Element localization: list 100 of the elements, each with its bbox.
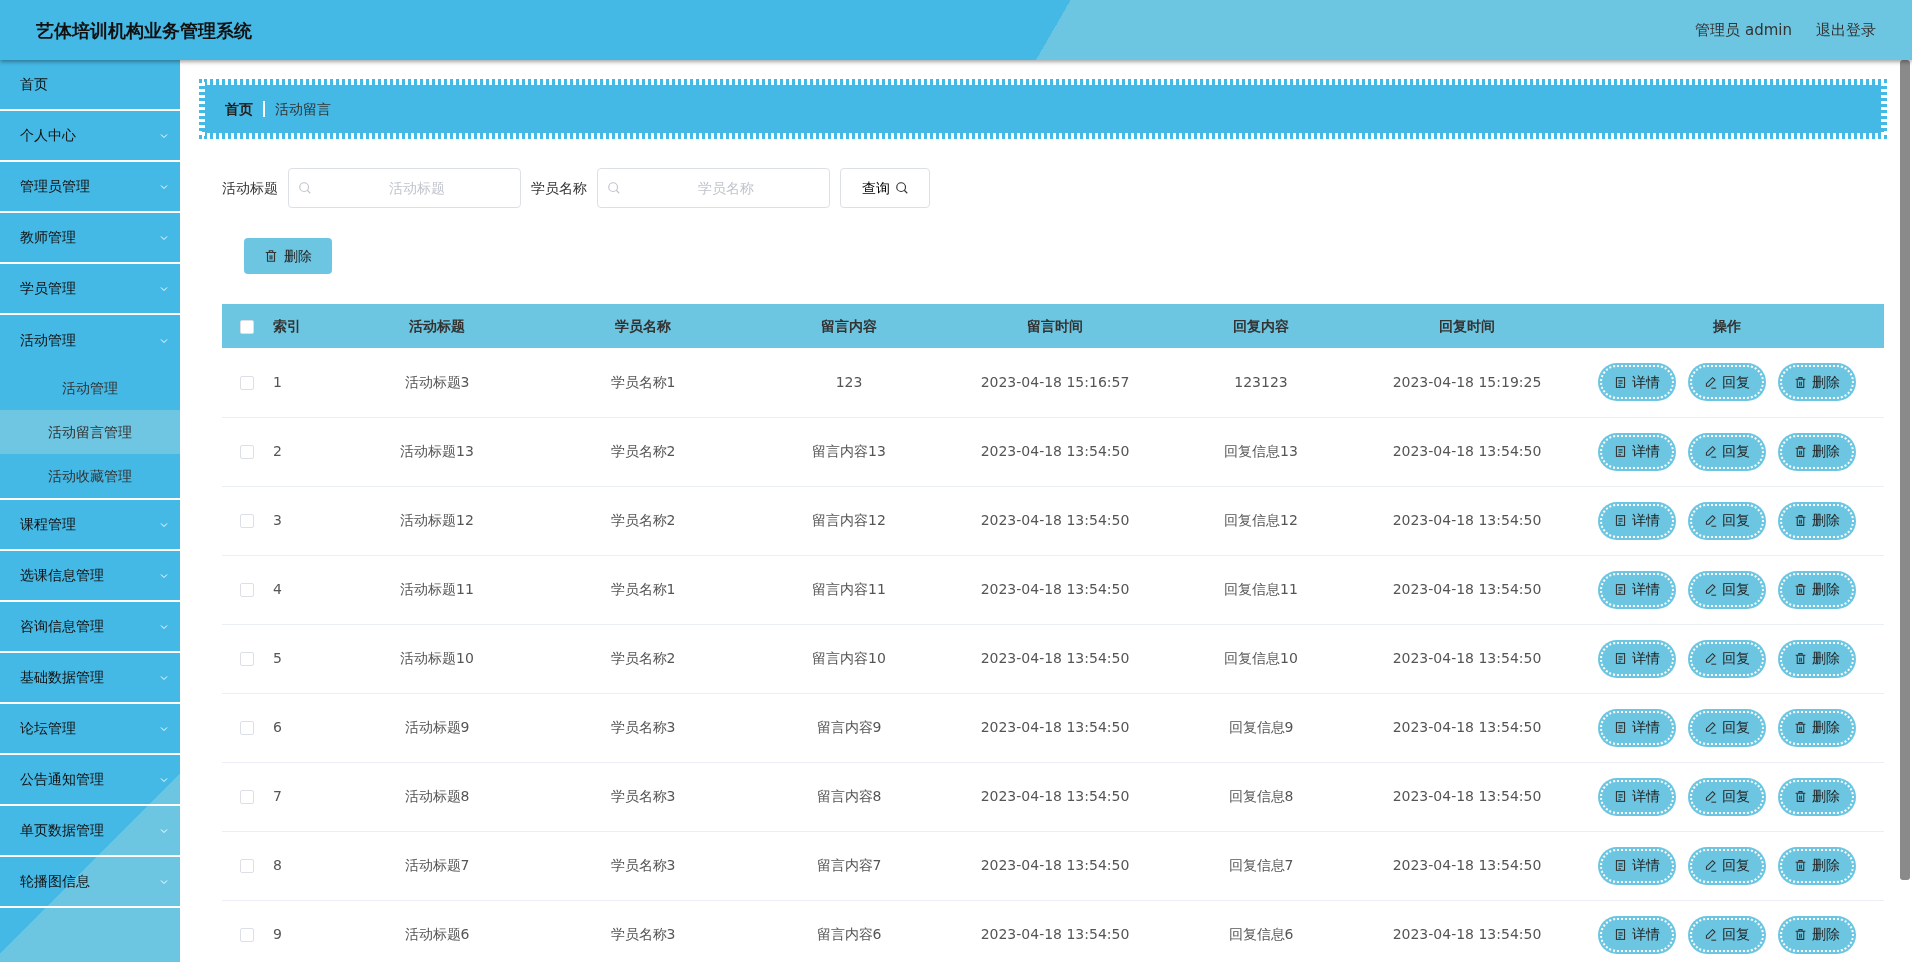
table-cell: 4 (272, 555, 334, 624)
row-checkbox[interactable] (240, 652, 254, 666)
breadcrumb-link[interactable]: 首页 (225, 98, 253, 120)
sidebar-subitem[interactable]: 活动留言管理 (0, 410, 180, 454)
scrollbar[interactable] (1900, 60, 1910, 880)
delete-button[interactable]: 删除 (1778, 708, 1856, 747)
table-cell: 学员名称3 (540, 831, 746, 900)
logout-link[interactable]: 退出登录 (1816, 18, 1876, 42)
reply-button[interactable]: 回复 (1688, 846, 1766, 885)
row-checkbox[interactable] (240, 445, 254, 459)
table-cell: 学员名称3 (540, 762, 746, 831)
table-cell: 2023-04-18 13:54:50 (1364, 555, 1570, 624)
sidebar-item[interactable]: 学员管理 (0, 264, 180, 315)
sidebar-subitem[interactable]: 活动收藏管理 (0, 454, 180, 498)
table-cell: 7 (272, 762, 334, 831)
sidebar-item[interactable]: 咨询信息管理 (0, 602, 180, 653)
delete-button[interactable]: 删除 (1778, 915, 1856, 954)
delete-button[interactable]: 删除 (244, 238, 332, 274)
row-checkbox[interactable] (240, 859, 254, 873)
delete-button[interactable]: 删除 (1778, 363, 1856, 402)
table-cell: 2023-04-18 13:54:50 (952, 417, 1158, 486)
table-cell: 回复信息7 (1158, 831, 1364, 900)
table-cell: 学员名称3 (540, 900, 746, 962)
table-cell: 2023-04-18 13:54:50 (952, 555, 1158, 624)
sidebar-item[interactable]: 管理员管理 (0, 162, 180, 213)
trash-icon (1794, 652, 1807, 665)
table-cell: 8 (272, 831, 334, 900)
document-icon (1614, 445, 1627, 458)
details-button[interactable]: 详情 (1598, 432, 1676, 471)
pencil-icon (1704, 928, 1717, 941)
trash-icon (1794, 790, 1807, 803)
sidebar-item[interactable]: 课程管理 (0, 500, 180, 551)
field-label: 活动标题 (222, 178, 278, 198)
column-header: 操作 (1570, 304, 1884, 348)
table-cell: 活动标题13 (334, 417, 540, 486)
details-button[interactable]: 详情 (1598, 777, 1676, 816)
trash-icon (1794, 583, 1807, 596)
reply-button[interactable]: 回复 (1688, 570, 1766, 609)
trash-icon (1794, 375, 1807, 389)
row-checkbox[interactable] (240, 583, 254, 597)
table-cell: 123 (746, 348, 952, 417)
row-checkbox[interactable] (240, 928, 254, 942)
delete-button[interactable]: 删除 (1778, 846, 1856, 885)
reply-button[interactable]: 回复 (1688, 777, 1766, 816)
document-icon (1614, 859, 1627, 872)
document-icon (1614, 583, 1627, 596)
trash-icon (1794, 928, 1807, 941)
details-button[interactable]: 详情 (1598, 570, 1676, 609)
table-cell: 2023-04-18 13:54:50 (1364, 831, 1570, 900)
table-cell: 回复信息8 (1158, 762, 1364, 831)
reply-button[interactable]: 回复 (1688, 639, 1766, 678)
sidebar-subitem[interactable]: 活动管理 (0, 366, 180, 410)
delete-button[interactable]: 删除 (1778, 501, 1856, 540)
details-button[interactable]: 详情 (1598, 915, 1676, 954)
details-button[interactable]: 详情 (1598, 708, 1676, 747)
row-checkbox[interactable] (240, 514, 254, 528)
pencil-icon (1704, 375, 1717, 389)
search-field[interactable]: 学员名称 (597, 168, 830, 208)
reply-button[interactable]: 回复 (1688, 501, 1766, 540)
details-button[interactable]: 详情 (1598, 363, 1676, 402)
sidebar-item[interactable]: 公告通知管理 (0, 755, 180, 806)
sidebar-item[interactable]: 教师管理 (0, 213, 180, 264)
search-button[interactable]: 查询 (840, 168, 930, 208)
details-button[interactable]: 详情 (1598, 501, 1676, 540)
select-all-checkbox[interactable] (240, 319, 254, 334)
sidebar-item[interactable]: 轮播图信息 (0, 857, 180, 908)
delete-button[interactable]: 删除 (1778, 777, 1856, 816)
reply-button[interactable]: 回复 (1688, 915, 1766, 954)
row-checkbox[interactable] (240, 790, 254, 804)
document-icon (1614, 375, 1627, 389)
table-cell: 回复信息11 (1158, 555, 1364, 624)
table-cell: 学员名称3 (540, 693, 746, 762)
details-button[interactable]: 详情 (1598, 846, 1676, 885)
table-cell: 9 (272, 900, 334, 962)
table-cell: 2023-04-18 13:54:50 (952, 693, 1158, 762)
reply-button[interactable]: 回复 (1688, 363, 1766, 402)
sidebar-item[interactable]: 单页数据管理 (0, 806, 180, 857)
sidebar-item[interactable]: 基础数据管理 (0, 653, 180, 704)
delete-button[interactable]: 删除 (1778, 432, 1856, 471)
sidebar-item[interactable]: 论坛管理 (0, 704, 180, 755)
table-cell: 2023-04-18 13:54:50 (1364, 624, 1570, 693)
sidebar-item[interactable]: 首页 (0, 60, 180, 111)
reply-button[interactable]: 回复 (1688, 432, 1766, 471)
table-cell: 学员名称1 (540, 555, 746, 624)
sidebar-item[interactable]: 活动管理 (0, 315, 180, 366)
table-cell: 2023-04-18 13:54:50 (952, 624, 1158, 693)
details-button[interactable]: 详情 (1598, 639, 1676, 678)
search-field[interactable]: 活动标题 (288, 168, 521, 208)
table-cell: 学员名称2 (540, 417, 746, 486)
reply-button[interactable]: 回复 (1688, 708, 1766, 747)
sidebar-item[interactable]: 个人中心 (0, 111, 180, 162)
row-checkbox[interactable] (240, 721, 254, 735)
table-cell: 2 (272, 417, 334, 486)
delete-button[interactable]: 删除 (1778, 570, 1856, 609)
table-cell: 2023-04-18 13:54:50 (1364, 417, 1570, 486)
document-icon (1614, 652, 1627, 665)
delete-button[interactable]: 删除 (1778, 639, 1856, 678)
row-checkbox[interactable] (240, 375, 254, 390)
sidebar-item[interactable]: 选课信息管理 (0, 551, 180, 602)
table-cell: 5 (272, 624, 334, 693)
